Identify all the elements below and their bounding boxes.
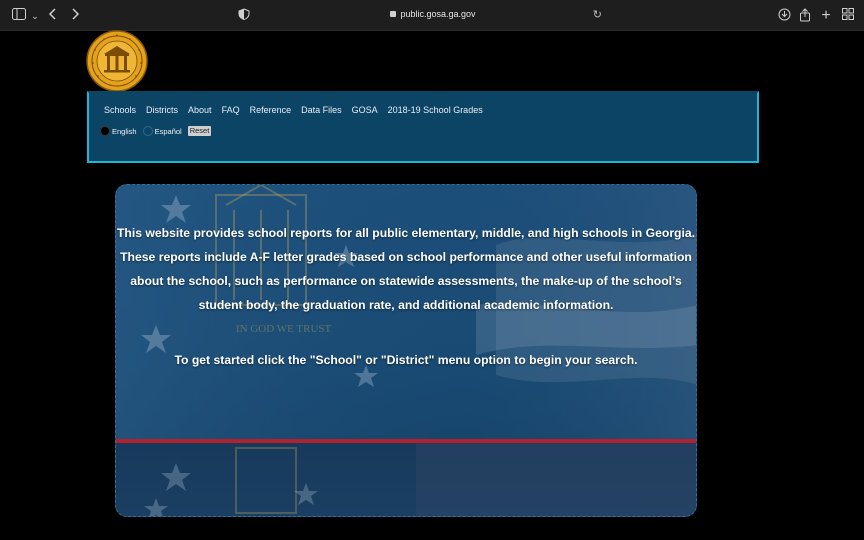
nav-link-reference[interactable]: Reference <box>250 105 292 115</box>
browser-toolbar: ⌄ public.gosa.ga.gov ↻ + <box>0 0 864 31</box>
chevron-down-icon[interactable]: ⌄ <box>27 8 43 24</box>
hero-line-2: These reports include A-F letter grades … <box>120 250 692 264</box>
nav-link-gosa[interactable]: GOSA <box>352 105 378 115</box>
lock-icon <box>390 11 397 17</box>
motto-text: IN GOD WE TRUST <box>236 323 332 335</box>
lower-flag-pattern <box>144 443 696 516</box>
label-spanish[interactable]: Español <box>155 127 182 136</box>
url-text: public.gosa.ga.gov <box>400 9 476 19</box>
hero-cta-text: To get started click the "School" or "Di… <box>174 353 638 367</box>
radio-spanish[interactable] <box>142 126 153 136</box>
address-bar[interactable]: public.gosa.ga.gov ↻ <box>258 6 608 25</box>
radio-english[interactable] <box>100 126 110 136</box>
hero-line-4: student body, the graduation rate, and a… <box>198 298 614 312</box>
nav-link-schools[interactable]: Schools <box>104 105 136 115</box>
nav-links: Schools Districts About FAQ Reference Da… <box>104 105 493 115</box>
hero-banner: IN GOD WE TRUST This website provides sc… <box>115 184 697 517</box>
reload-icon[interactable]: ↻ <box>593 8 602 21</box>
nav-link-faq[interactable]: FAQ <box>222 105 240 115</box>
main-navbar: Schools Districts About FAQ Reference Da… <box>87 91 759 163</box>
nav-link-school-grades[interactable]: 2018-19 School Grades <box>388 105 483 115</box>
label-english[interactable]: English <box>112 127 137 136</box>
shield-icon[interactable] <box>236 8 252 24</box>
hero-description: This website provides school reports for… <box>116 221 696 317</box>
nav-link-about[interactable]: About <box>188 105 212 115</box>
tab-overview-icon[interactable] <box>840 8 856 24</box>
language-selector: English Español Reset <box>100 126 212 136</box>
forward-icon[interactable] <box>67 8 83 24</box>
nav-link-districts[interactable]: Districts <box>146 105 178 115</box>
back-icon[interactable] <box>45 8 61 24</box>
sidebar-icon[interactable] <box>11 8 27 24</box>
hero-line-3: about the school, such as performance on… <box>130 274 682 288</box>
download-icon[interactable] <box>776 8 792 24</box>
georgia-seal-logo[interactable] <box>84 30 150 92</box>
hero-line-1: This website provides school reports for… <box>116 226 696 240</box>
hero-lower-band <box>116 443 696 516</box>
nav-link-data-files[interactable]: Data Files <box>301 105 342 115</box>
new-tab-icon[interactable]: + <box>818 8 834 24</box>
share-icon[interactable] <box>797 8 813 24</box>
reset-button[interactable]: Reset <box>187 126 212 136</box>
